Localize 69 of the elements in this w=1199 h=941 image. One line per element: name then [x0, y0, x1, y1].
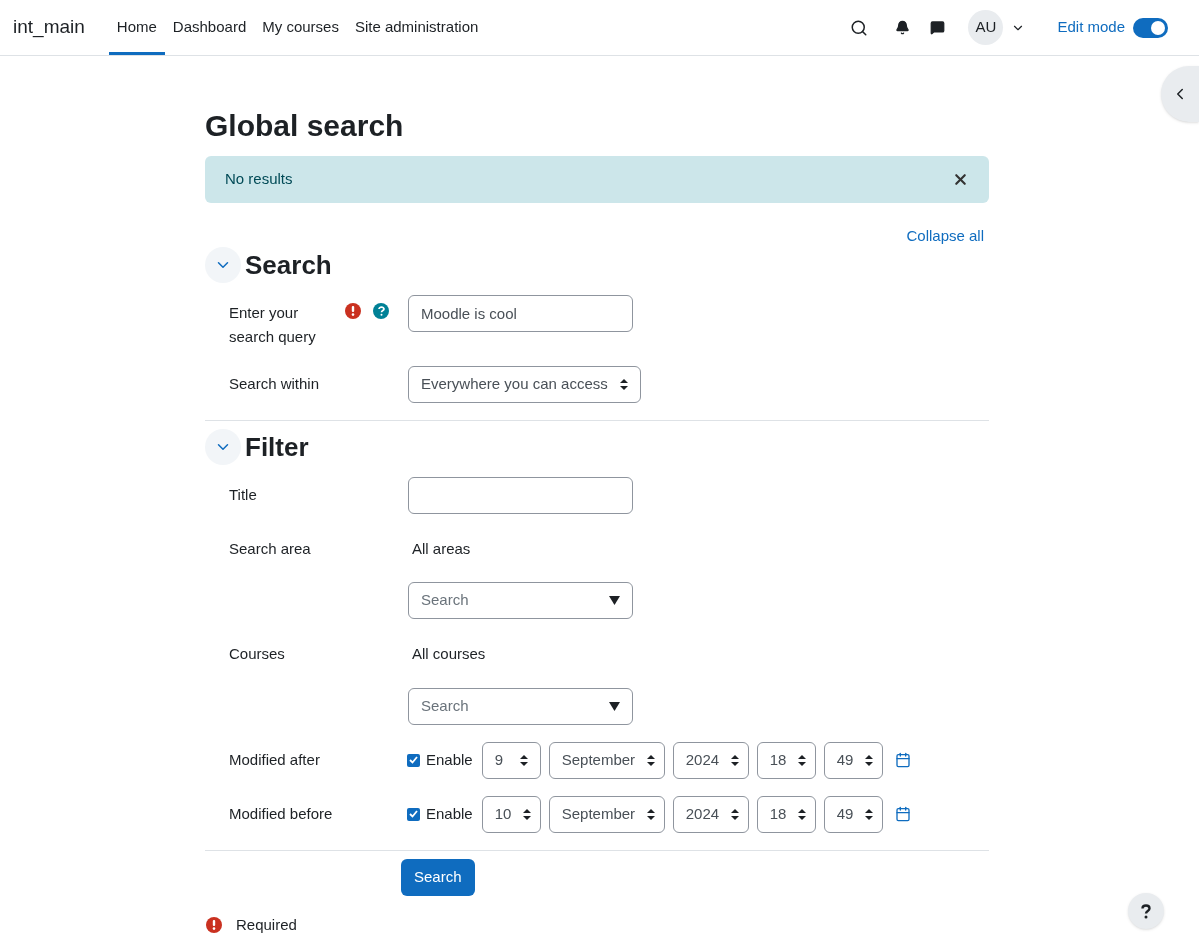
- select-field[interactable]: September: [548, 795, 665, 833]
- sort-arrows-icon: [731, 754, 740, 766]
- search-button[interactable]: Search: [401, 858, 475, 896]
- dropdown-triangle-icon: [609, 701, 620, 711]
- field-label: Enter your search query: [229, 302, 317, 347]
- section-toggle-button[interactable]: [205, 247, 241, 283]
- enable-checkbox[interactable]: [407, 807, 420, 821]
- selection-text: All courses: [411, 644, 487, 664]
- text-field[interactable]: Moodle is cool: [408, 294, 633, 332]
- search-dropdown-field[interactable]: Search: [408, 582, 633, 619]
- select-field[interactable]: 18: [756, 795, 816, 833]
- drawer-toggle-button[interactable]: [1161, 66, 1199, 122]
- field-label: Search within: [229, 373, 321, 394]
- chat-icon[interactable]: [930, 20, 946, 35]
- sort-arrows-icon: [865, 754, 874, 766]
- alert-text: No results: [225, 169, 293, 190]
- edit-mode-switch[interactable]: [1133, 17, 1168, 38]
- field-label: Modified after: [229, 749, 321, 770]
- sort-arrows-icon: [865, 808, 874, 820]
- sort-arrows-icon: [647, 808, 656, 820]
- nav-link[interactable]: Site administration: [346, 0, 487, 55]
- enable-checkbox[interactable]: [407, 753, 420, 767]
- select-field[interactable]: 9: [481, 741, 541, 779]
- search-dropdown-field[interactable]: Search: [408, 687, 633, 725]
- page-title: Global search: [205, 108, 405, 144]
- select-field[interactable]: 49: [823, 795, 883, 833]
- sort-arrows-icon: [647, 754, 656, 766]
- close-icon[interactable]: [952, 171, 969, 188]
- select-field[interactable]: September: [548, 741, 665, 779]
- section-heading: Search: [245, 248, 332, 282]
- sort-arrows-icon: [731, 808, 740, 820]
- user-avatar[interactable]: AU: [968, 10, 1004, 45]
- select-field[interactable]: 18: [756, 741, 816, 779]
- required-legend: Required: [236, 913, 297, 936]
- enable-label: Enable: [426, 803, 473, 824]
- collapse-all-link[interactable]: Collapse all: [906, 225, 984, 248]
- search-icon[interactable]: [850, 18, 869, 37]
- calendar-icon[interactable]: [894, 806, 911, 822]
- selection-text: All areas: [411, 538, 472, 559]
- dropdown-triangle-icon: [609, 596, 620, 605]
- calendar-icon[interactable]: [894, 752, 911, 768]
- sort-arrows-icon: [798, 808, 807, 820]
- sort-arrows-icon: [798, 754, 807, 766]
- edit-mode-label: Edit mode: [1057, 17, 1125, 38]
- nav-link[interactable]: My courses: [254, 0, 347, 55]
- section-toggle-button[interactable]: [205, 429, 241, 465]
- select-field[interactable]: 2024: [672, 795, 749, 833]
- help-icon[interactable]: [373, 302, 389, 319]
- question-mark-icon: [1141, 903, 1151, 919]
- nav-link[interactable]: Dashboard: [164, 0, 255, 55]
- text-field[interactable]: [408, 476, 633, 514]
- nav-link[interactable]: Home: [108, 0, 165, 55]
- field-label: Courses: [229, 644, 286, 664]
- bell-icon[interactable]: [895, 20, 911, 35]
- select-field[interactable]: 10: [481, 795, 541, 833]
- sort-arrows-icon: [519, 754, 528, 766]
- help-button[interactable]: [1128, 893, 1164, 929]
- field-label: Search area: [229, 538, 312, 559]
- sort-arrows-icon: [523, 808, 532, 820]
- select-field[interactable]: 2024: [672, 741, 749, 779]
- select-field[interactable]: Everywhere you can access: [408, 365, 641, 403]
- field-label: Modified before: [229, 803, 334, 824]
- section-heading: Filter: [245, 430, 309, 464]
- site-name[interactable]: int_main: [13, 13, 85, 42]
- enable-label: Enable: [426, 749, 473, 770]
- required-icon: [206, 916, 222, 933]
- select-field[interactable]: 49: [823, 741, 883, 779]
- field-label: Title: [229, 484, 258, 505]
- sort-arrows-icon: [619, 378, 628, 390]
